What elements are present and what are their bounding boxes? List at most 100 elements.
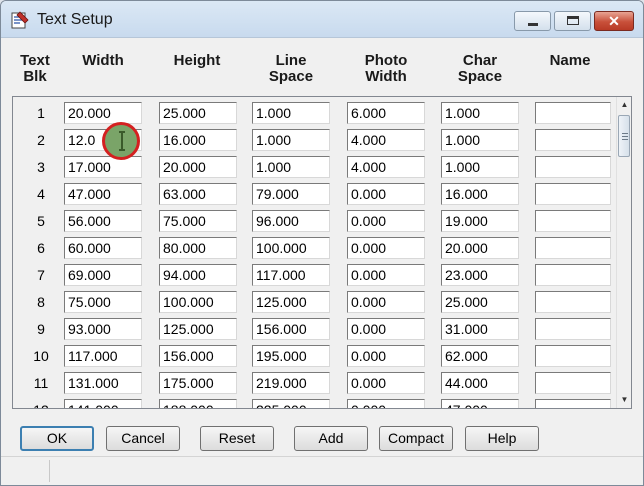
char-space-field[interactable]: 62.000 (441, 345, 519, 367)
photo-width-field[interactable]: 4.000 (347, 129, 425, 151)
height-field[interactable]: 75.000 (159, 210, 237, 232)
width-field[interactable]: 47.000 (64, 183, 142, 205)
photo-width-field[interactable]: 0.000 (347, 210, 425, 232)
scroll-thumb[interactable] (618, 115, 630, 157)
minimize-button[interactable] (514, 11, 551, 31)
close-icon: ✕ (608, 13, 620, 29)
line-space-field[interactable]: 195.000 (252, 345, 330, 367)
width-field[interactable]: 131.000 (64, 372, 142, 394)
cancel-button[interactable]: Cancel (106, 426, 180, 451)
line-space-field[interactable]: 79.000 (252, 183, 330, 205)
header-char-space: Char Space (457, 52, 503, 85)
photo-width-field[interactable]: 6.000 (347, 102, 425, 124)
width-field[interactable]: 75.000 (64, 291, 142, 313)
char-space-field[interactable]: 1.000 (441, 129, 519, 151)
name-field[interactable] (535, 102, 611, 124)
name-field[interactable] (535, 183, 611, 205)
line-space-field[interactable]: 1.000 (252, 156, 330, 178)
table-row: 7 69.000 94.000 117.000 0.000 23.000 (13, 263, 613, 290)
char-space-field[interactable]: 44.000 (441, 372, 519, 394)
char-space-field[interactable]: 31.000 (441, 318, 519, 340)
name-field[interactable] (535, 372, 611, 394)
line-space-field[interactable]: 1.000 (252, 129, 330, 151)
line-space-field[interactable]: 156.000 (252, 318, 330, 340)
add-button[interactable]: Add (294, 426, 368, 451)
text-setup-app-icon (11, 11, 29, 29)
width-field[interactable]: 141.000 (64, 399, 142, 408)
name-field[interactable] (535, 237, 611, 259)
line-space-field[interactable]: 225.000 (252, 399, 330, 408)
char-space-field[interactable]: 23.000 (441, 264, 519, 286)
photo-width-field[interactable]: 0.000 (347, 183, 425, 205)
width-field[interactable]: 17.000 (64, 156, 142, 178)
name-field[interactable] (535, 345, 611, 367)
char-space-field[interactable]: 1.000 (441, 102, 519, 124)
height-field[interactable]: 175.000 (159, 372, 237, 394)
ok-button[interactable]: OK (20, 426, 94, 451)
char-space-field[interactable]: 20.000 (441, 237, 519, 259)
reset-button[interactable]: Reset (200, 426, 274, 451)
line-space-field[interactable]: 1.000 (252, 102, 330, 124)
header-name: Name (549, 52, 591, 69)
height-field[interactable]: 94.000 (159, 264, 237, 286)
help-button[interactable]: Help (465, 426, 539, 451)
line-space-field[interactable]: 125.000 (252, 291, 330, 313)
row-number: 12 (13, 402, 69, 408)
height-field[interactable]: 100.000 (159, 291, 237, 313)
char-space-field[interactable]: 16.000 (441, 183, 519, 205)
photo-width-field[interactable]: 0.000 (347, 399, 425, 408)
title-bar[interactable]: Text Setup ✕ (1, 1, 643, 38)
char-space-field[interactable]: 19.000 (441, 210, 519, 232)
text-setup-window: Text Setup ✕ Text Blk Width Height Line Spa… (0, 0, 644, 486)
name-field[interactable] (535, 210, 611, 232)
maximize-button[interactable] (554, 11, 591, 31)
height-field[interactable]: 80.000 (159, 237, 237, 259)
height-field[interactable]: 188.000 (159, 399, 237, 408)
photo-width-field[interactable]: 0.000 (347, 318, 425, 340)
status-bar (1, 456, 643, 485)
width-field[interactable]: 117.000 (64, 345, 142, 367)
photo-width-field[interactable]: 4.000 (347, 156, 425, 178)
width-field[interactable]: 60.000 (64, 237, 142, 259)
photo-width-field[interactable]: 0.000 (347, 372, 425, 394)
name-field[interactable] (535, 399, 611, 408)
photo-width-field[interactable]: 0.000 (347, 291, 425, 313)
photo-width-field[interactable]: 0.000 (347, 237, 425, 259)
scroll-down-icon[interactable]: ▼ (617, 392, 631, 408)
row-number: 10 (33, 348, 49, 364)
char-space-field[interactable]: 1.000 (441, 156, 519, 178)
close-button[interactable]: ✕ (594, 11, 634, 31)
width-field[interactable]: 69.000 (64, 264, 142, 286)
grid-vertical-scrollbar[interactable]: ▲ ▼ (616, 97, 631, 408)
name-field[interactable] (535, 264, 611, 286)
status-separator (49, 460, 50, 482)
line-space-field[interactable]: 100.000 (252, 237, 330, 259)
thumb-grip-line (622, 139, 628, 140)
height-field[interactable]: 156.000 (159, 345, 237, 367)
char-space-field[interactable]: 25.000 (441, 291, 519, 313)
width-field[interactable]: 56.000 (64, 210, 142, 232)
char-space-field[interactable]: 47.000 (441, 399, 519, 408)
width-field[interactable]: 93.000 (64, 318, 142, 340)
row-number: 9 (37, 321, 45, 337)
height-field[interactable]: 25.000 (159, 102, 237, 124)
height-field[interactable]: 20.000 (159, 156, 237, 178)
height-field[interactable]: 125.000 (159, 318, 237, 340)
name-field[interactable] (535, 291, 611, 313)
width-field[interactable]: 20.000 (64, 102, 142, 124)
line-space-field[interactable]: 117.000 (252, 264, 330, 286)
name-field[interactable] (535, 156, 611, 178)
compact-button[interactable]: Compact (379, 426, 453, 451)
photo-width-field[interactable]: 0.000 (347, 264, 425, 286)
name-field[interactable] (535, 318, 611, 340)
table-row: 1 20.000 25.000 1.000 6.000 1.000 (13, 101, 613, 128)
line-space-field[interactable]: 219.000 (252, 372, 330, 394)
row-number: 8 (37, 294, 45, 310)
name-field[interactable] (535, 129, 611, 151)
scroll-up-icon[interactable]: ▲ (617, 97, 631, 113)
line-space-field[interactable]: 96.000 (252, 210, 330, 232)
height-field[interactable]: 63.000 (159, 183, 237, 205)
height-field[interactable]: 16.000 (159, 129, 237, 151)
row-number: 6 (37, 240, 45, 256)
photo-width-field[interactable]: 0.000 (347, 345, 425, 367)
